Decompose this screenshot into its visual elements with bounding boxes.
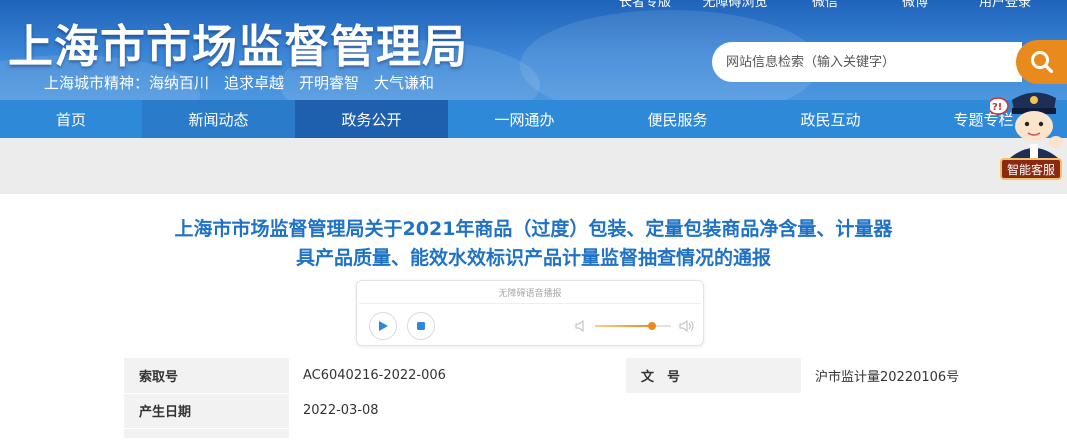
- volume-low-icon[interactable]: [575, 319, 589, 333]
- stop-icon: [417, 322, 425, 330]
- table-empty-cell: [801, 393, 966, 429]
- player-caption: 无障碍语音播报: [498, 289, 562, 299]
- table-empty-cell: [626, 393, 801, 429]
- table-row: 索取号 AC6040216-2022-006 文 号 沪市监计量20220106…: [124, 358, 966, 394]
- nav-item-news[interactable]: 新闻动态: [142, 100, 295, 138]
- index-number-label: 索取号: [124, 358, 289, 394]
- stop-button[interactable]: [407, 312, 435, 340]
- search-icon: [1031, 51, 1054, 74]
- top-link-accessibility[interactable]: 无障碍浏览: [690, 0, 780, 10]
- table-empty-cell: [626, 428, 801, 439]
- top-link-weibo[interactable]: 微博: [870, 0, 960, 10]
- nav-item-government-affairs[interactable]: 政务公开: [295, 100, 448, 138]
- top-link-elder[interactable]: 长者专版: [600, 0, 690, 10]
- document-number-value: 沪市监计量20220106号: [801, 358, 966, 394]
- creation-date-value: 2022-03-08: [289, 393, 626, 429]
- search-button[interactable]: [1016, 40, 1067, 84]
- table-empty-cell: [801, 428, 966, 439]
- smart-assistant-button[interactable]: 智能客服: [1000, 158, 1062, 180]
- site-title[interactable]: 上海市市场监督管理局: [8, 10, 468, 75]
- volume-high-icon[interactable]: [679, 318, 695, 334]
- site-slogan: 上海城市精神：海纳百川 追求卓越 开明睿智 大气谦和: [44, 74, 435, 92]
- top-links: 长者专版 无障碍浏览 微信 微博 用户登录: [600, 0, 1050, 10]
- player-divider: [359, 303, 701, 304]
- article-title-line: 上海市市场监督管理局关于2021年商品（过度）包装、定量包装商品净含量、计量器: [174, 218, 893, 240]
- site-header: 长者专版 无障碍浏览 微信 微博 用户登录 上海市市场监督管理局 上海城市精神：…: [0, 0, 1067, 100]
- nav-item-public-service[interactable]: 便民服务: [601, 100, 754, 138]
- document-number-label: 文 号: [626, 358, 801, 394]
- play-icon: [379, 321, 388, 331]
- article-title-line: 具产品质量、能效水效标识产品计量监督抽查情况的通报: [295, 247, 771, 269]
- table-empty-cell: [289, 428, 626, 439]
- article-title: 上海市市场监督管理局关于2021年商品（过度）包装、定量包装商品净含量、计量器 …: [100, 215, 967, 273]
- volume-slider[interactable]: [595, 322, 671, 330]
- nav-item-interaction[interactable]: 政民互动: [754, 100, 907, 138]
- main-nav: 首页 新闻动态 政务公开 一网通办 便民服务 政民互动 专题专栏: [0, 100, 1067, 138]
- nav-item-home[interactable]: 首页: [0, 100, 142, 138]
- audio-player: 无障碍语音播报: [356, 280, 704, 346]
- breadcrumb-band: [0, 138, 1067, 194]
- search-input[interactable]: [726, 54, 1006, 70]
- table-empty-cell: [124, 428, 289, 439]
- article-metadata-table: 索取号 AC6040216-2022-006 文 号 沪市监计量20220106…: [124, 358, 966, 439]
- nav-item-online-service[interactable]: 一网通办: [448, 100, 601, 138]
- volume-slider-fill: [595, 325, 652, 327]
- creation-date-label: 产生日期: [124, 393, 289, 429]
- top-link-login[interactable]: 用户登录: [960, 0, 1050, 10]
- index-number-value: AC6040216-2022-006: [289, 358, 626, 394]
- search-box: [712, 42, 1022, 82]
- top-link-wechat[interactable]: 微信: [780, 0, 870, 10]
- table-row: 产生日期 2022-03-08: [124, 393, 966, 429]
- play-button[interactable]: [369, 312, 397, 340]
- table-row: [124, 428, 966, 439]
- volume-slider-handle[interactable]: [648, 322, 656, 330]
- mascot-bubble-text: ?!: [992, 102, 1002, 113]
